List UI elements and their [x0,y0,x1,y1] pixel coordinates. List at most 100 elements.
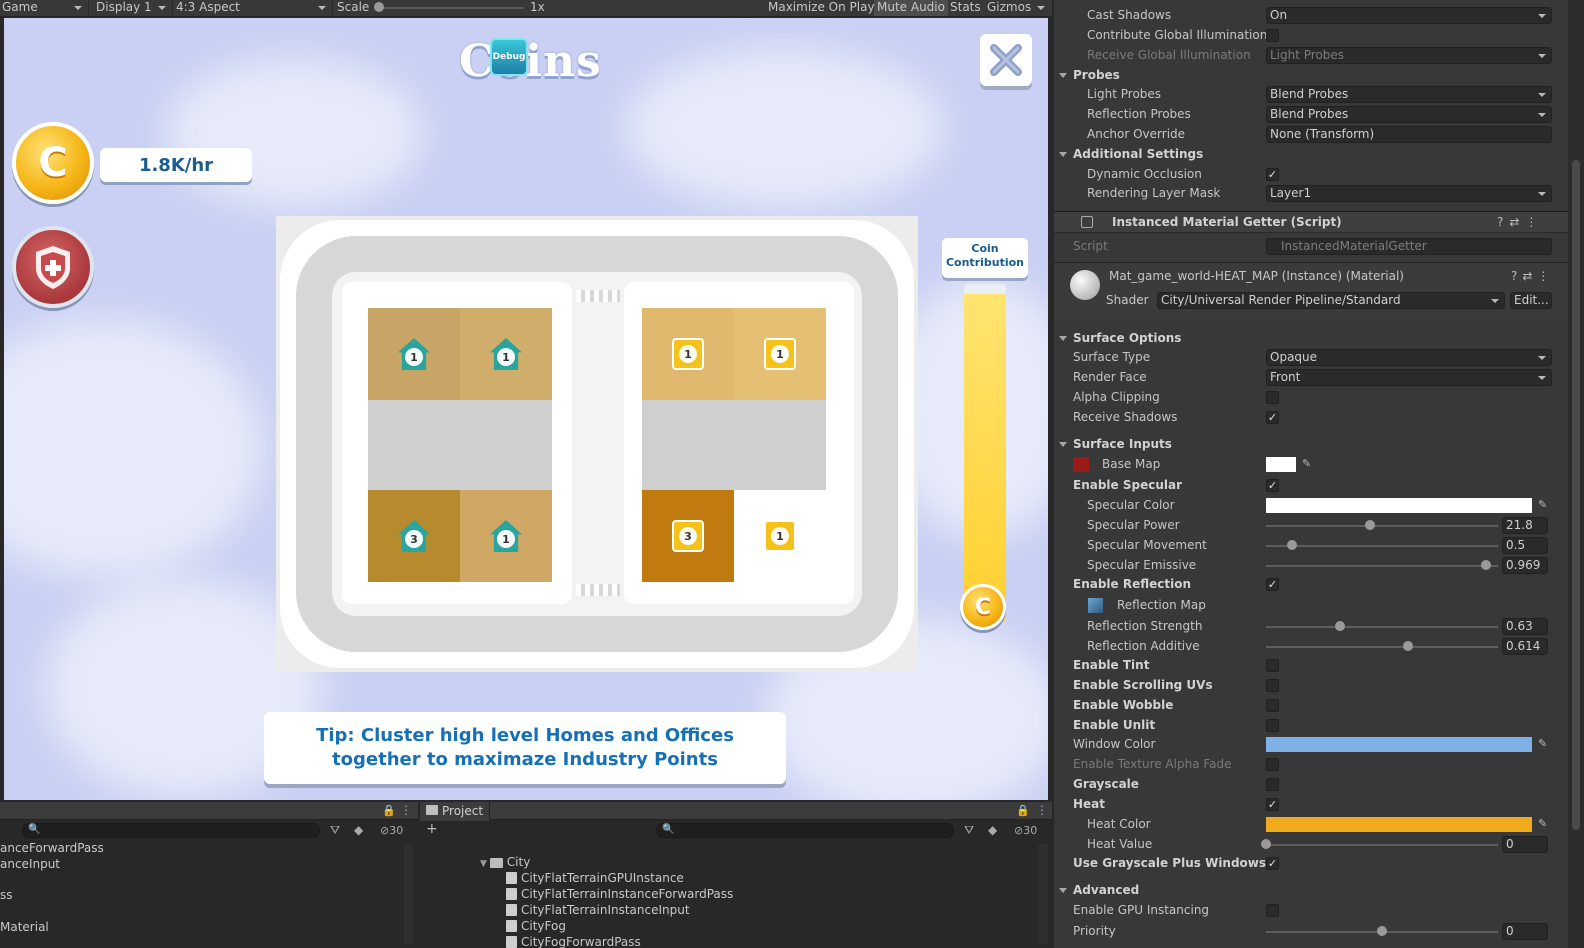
reflection-additive-slider-knob[interactable] [1402,641,1413,651]
debug-button[interactable]: Debug [490,38,528,76]
reflection-strength-slider-knob[interactable] [1335,621,1346,631]
specular-emissive-slider-value[interactable]: 0.969 [1502,557,1548,574]
render-face-dropdown[interactable]: Front [1266,369,1552,386]
city-lot[interactable]: 1 [460,490,552,582]
material-menu-icons[interactable]: ?⇄⋮ [1511,269,1554,283]
lock-icon[interactable]: 🔒 [1016,804,1030,817]
eyedropper-icon[interactable]: ✎ [1302,458,1314,470]
specular-power-slider-value[interactable]: 21.8 [1502,517,1548,534]
heat-color-swatch[interactable] [1266,817,1532,832]
list-item[interactable]: Material [0,920,49,934]
enable-tint-checkbox[interactable] [1266,659,1279,672]
receive-gi-dropdown[interactable]: Light Probes [1266,47,1552,64]
filter-icon[interactable]: ⛛ [964,823,974,838]
gizmos-dropdown[interactable]: Gizmos [987,0,1049,16]
specular-emissive-slider[interactable] [1266,565,1498,567]
project-search-input[interactable] [656,823,954,838]
rendering-layer-mask-dropdown[interactable]: Layer1 [1266,185,1552,202]
heat-value-slider[interactable] [1266,844,1498,846]
city-board[interactable]: 1 1 1 1 3 1 3 1 [276,216,918,672]
city-lot[interactable]: 1 [368,308,460,400]
close-button[interactable] [980,34,1032,86]
scale-slider[interactable] [378,7,524,9]
shader-dropdown[interactable]: City/Universal Render Pipeline/Standard [1157,292,1505,309]
reflection-probes-dropdown[interactable]: Blend Probes [1266,106,1552,123]
priority-slider-knob[interactable] [1377,926,1387,936]
dynamic-occlusion-checkbox[interactable]: ✓ [1266,168,1279,181]
reflection-additive-slider-value[interactable]: 0.614 [1502,638,1548,655]
specular-movement-slider-knob[interactable] [1286,540,1297,550]
city-lot[interactable]: 3 [368,490,460,582]
enable-specular-checkbox[interactable]: ✓ [1266,479,1279,492]
list-item[interactable]: anceForwardPass [0,841,104,855]
specular-color-swatch[interactable] [1266,498,1532,513]
stats-toggle[interactable]: Stats [950,0,981,16]
cast-shadows-dropdown[interactable]: On [1266,7,1552,24]
script-field[interactable]: InstancedMaterialGetter [1266,238,1552,255]
mute-audio-toggle[interactable]: Mute Audio [874,0,948,16]
enable-scrolling-uvs-checkbox[interactable] [1266,679,1279,692]
enable-wobble-checkbox[interactable] [1266,699,1279,712]
light-probes-dropdown[interactable]: Blend Probes [1266,86,1552,103]
label-icon[interactable]: ◆ [354,823,363,837]
reflection-strength-slider[interactable] [1266,626,1498,628]
specular-emissive-slider-knob[interactable] [1481,560,1492,570]
enable-reflection-checkbox[interactable]: ✓ [1266,578,1279,591]
list-item[interactable]: CityFogForwardPass [506,935,641,948]
alpha-clipping-checkbox[interactable] [1266,391,1279,404]
city-lot[interactable]: 1 [734,308,826,400]
city-lot[interactable]: 1 [734,490,826,582]
specular-power-slider[interactable] [1266,525,1498,527]
eyedropper-icon[interactable]: ✎ [1538,818,1550,830]
use-grayscale-plus-windows-checkbox[interactable]: ✓ [1266,857,1279,870]
heat-value-slider-value[interactable]: 0 [1502,836,1548,853]
heat-value-slider-knob[interactable] [1261,839,1271,849]
window-color-swatch[interactable] [1266,737,1532,752]
specular-movement-slider-value[interactable]: 0.5 [1502,537,1548,554]
label-icon[interactable]: ◆ [988,823,997,837]
scale-slider-knob[interactable] [374,2,384,12]
list-item[interactable]: CityFlatTerrainInstanceInput [506,903,690,917]
priority-slider-value[interactable]: 0 [1502,923,1548,940]
surface-type-dropdown[interactable]: Opaque [1266,349,1552,366]
game-view-dropdown[interactable]: Game [2,0,86,16]
aspect-dropdown[interactable]: 4:3 Aspect [176,0,330,16]
heat-checkbox[interactable]: ✓ [1266,798,1279,811]
add-icon[interactable]: + [426,821,438,837]
city-lot[interactable]: 1 [460,308,552,400]
hidden-count[interactable]: ⊘30 [1014,824,1037,837]
reflection-map-texture-icon[interactable] [1088,598,1103,613]
eyedropper-icon[interactable]: ✎ [1538,499,1550,511]
maximize-on-play-toggle[interactable]: Maximize On Play [768,0,875,16]
list-item[interactable]: anceInput [0,857,60,871]
more-icon[interactable]: ⋮ [400,803,412,817]
city-lot[interactable]: 1 [642,308,734,400]
tab-project[interactable]: Project [420,802,490,821]
edit-shader-button[interactable]: Edit... [1510,292,1552,309]
reflection-strength-slider-value[interactable]: 0.63 [1502,618,1548,635]
specular-power-slider-knob[interactable] [1365,520,1376,530]
base-map-texture-icon[interactable] [1073,457,1089,472]
component-menu-icons[interactable]: ?⇄⋮ [1497,215,1543,229]
list-item[interactable]: CityFlatTerrainInstanceForwardPass [506,887,733,901]
scrollbar[interactable] [404,844,414,944]
lock-icon[interactable]: 🔒 [382,804,396,817]
list-item[interactable]: CityFlatTerrainGPUInstance [506,871,684,885]
game-view[interactable]: Coins Debug C 1.8K/hr 1 1 1 1 3 1 3 1 Coin Cont… [4,18,1048,800]
eyedropper-icon[interactable]: ✎ [1538,738,1550,750]
reflection-additive-slider[interactable] [1266,646,1498,648]
folder-item-city[interactable]: ▼ City [480,855,530,869]
shield-button[interactable] [12,226,94,308]
scrollbar[interactable] [1038,844,1048,944]
base-map-color-swatch[interactable] [1266,457,1296,472]
inspector-scroll-thumb[interactable] [1572,160,1580,830]
enable-unlit-checkbox[interactable] [1266,719,1279,732]
receive-shadows-checkbox[interactable]: ✓ [1266,411,1279,424]
contribute-gi-checkbox[interactable] [1266,29,1279,42]
list-item[interactable]: ss [0,888,13,902]
hierarchy-search-input[interactable] [22,823,320,838]
enable-gpu-instancing-checkbox[interactable] [1266,904,1279,917]
more-icon[interactable]: ⋮ [1036,803,1048,817]
filter-icon[interactable]: ⛛ [330,823,340,838]
display-dropdown[interactable]: Display 1 [96,0,170,16]
